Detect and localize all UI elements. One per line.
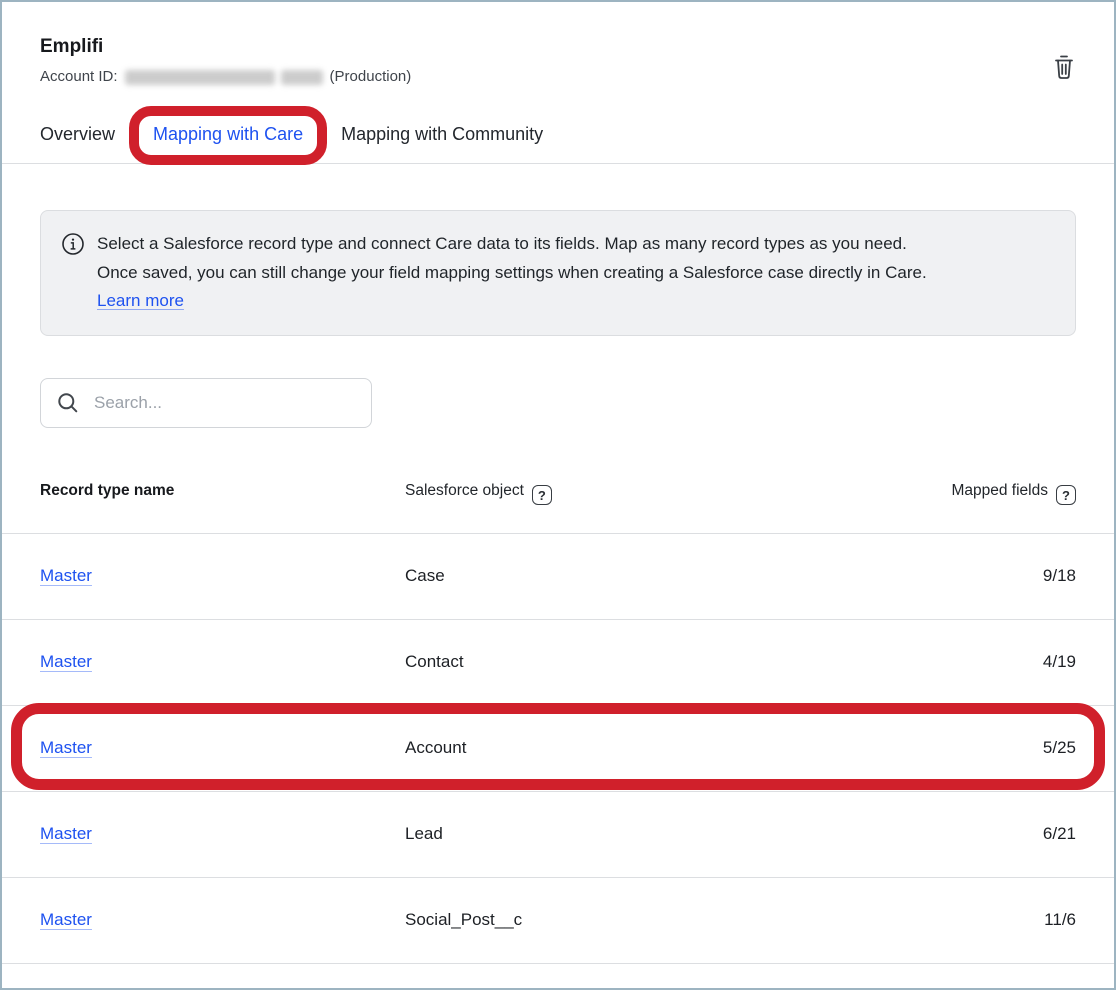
tab-overview[interactable]: Overview <box>40 122 115 147</box>
info-icon <box>62 233 84 316</box>
table-row[interactable]: Master Contact 4/19 <box>2 620 1114 706</box>
salesforce-object-value: Social_Post__c <box>405 910 1044 930</box>
salesforce-object-value: Case <box>405 566 1043 586</box>
mapped-fields-value: 5/25 <box>1043 738 1076 758</box>
environment-label: (Production) <box>330 68 412 86</box>
record-type-link[interactable]: Master <box>40 566 405 586</box>
record-type-link[interactable]: Master <box>40 738 405 758</box>
salesforce-object-value: Contact <box>405 652 1043 672</box>
help-icon-mapped-fields[interactable]: ? <box>1056 485 1076 505</box>
search-icon <box>57 392 79 414</box>
info-banner-text: Select a Salesforce record type and conn… <box>97 230 949 316</box>
column-header-salesforce-object: Salesforce object? <box>405 482 951 506</box>
mapped-fields-value: 9/18 <box>1043 566 1076 586</box>
trash-icon <box>1052 53 1080 81</box>
table-row[interactable]: Master Lead 6/21 <box>2 792 1114 878</box>
account-id-label: Account ID: <box>40 68 118 86</box>
page-title: Emplifi <box>40 36 1076 58</box>
account-id-redacted-value <box>125 70 275 85</box>
tab-mapping-with-community[interactable]: Mapping with Community <box>341 122 543 147</box>
record-type-link[interactable]: Master <box>40 910 405 930</box>
table-header-row: Record type name Salesforce object? Mapp… <box>2 464 1114 534</box>
column-header-record-type: Record type name <box>40 482 405 500</box>
column-header-mapped-fields: Mapped fields? <box>951 482 1076 506</box>
help-icon-salesforce-object[interactable]: ? <box>532 485 552 505</box>
delete-integration-button[interactable] <box>1052 52 1080 82</box>
mapped-fields-value: 4/19 <box>1043 652 1076 672</box>
mapped-fields-value: 11/6 <box>1044 910 1076 930</box>
table-row[interactable]: Master Case 9/18 <box>2 534 1114 620</box>
record-type-table: Master Case 9/18 Master Contact 4/19 Mas… <box>2 534 1114 964</box>
table-row[interactable]: Master Social_Post__c 11/6 <box>2 878 1114 964</box>
record-type-link[interactable]: Master <box>40 652 405 672</box>
tab-bar: Overview Mapping with Care Mapping with … <box>2 122 1114 164</box>
table-row-highlighted[interactable]: Master Account 5/25 <box>2 706 1114 792</box>
tab-mapping-with-care-wrap: Mapping with Care <box>153 122 303 147</box>
search-input[interactable] <box>92 392 355 414</box>
account-id-line: Account ID: (Production) <box>40 68 1076 86</box>
record-type-link[interactable]: Master <box>40 824 405 844</box>
learn-more-link[interactable]: Learn more <box>97 291 184 310</box>
integration-settings-panel: Emplifi Account ID: (Production) Overvie… <box>0 0 1116 990</box>
salesforce-object-value: Lead <box>405 824 1043 844</box>
salesforce-object-value: Account <box>405 738 1043 758</box>
account-id-redacted-value-2 <box>281 70 323 85</box>
panel-header: Emplifi Account ID: (Production) <box>2 2 1114 86</box>
tab-mapping-with-care[interactable]: Mapping with Care <box>153 124 303 144</box>
info-banner: Select a Salesforce record type and conn… <box>40 210 1076 336</box>
mapped-fields-value: 6/21 <box>1043 824 1076 844</box>
search-box[interactable] <box>40 378 372 428</box>
